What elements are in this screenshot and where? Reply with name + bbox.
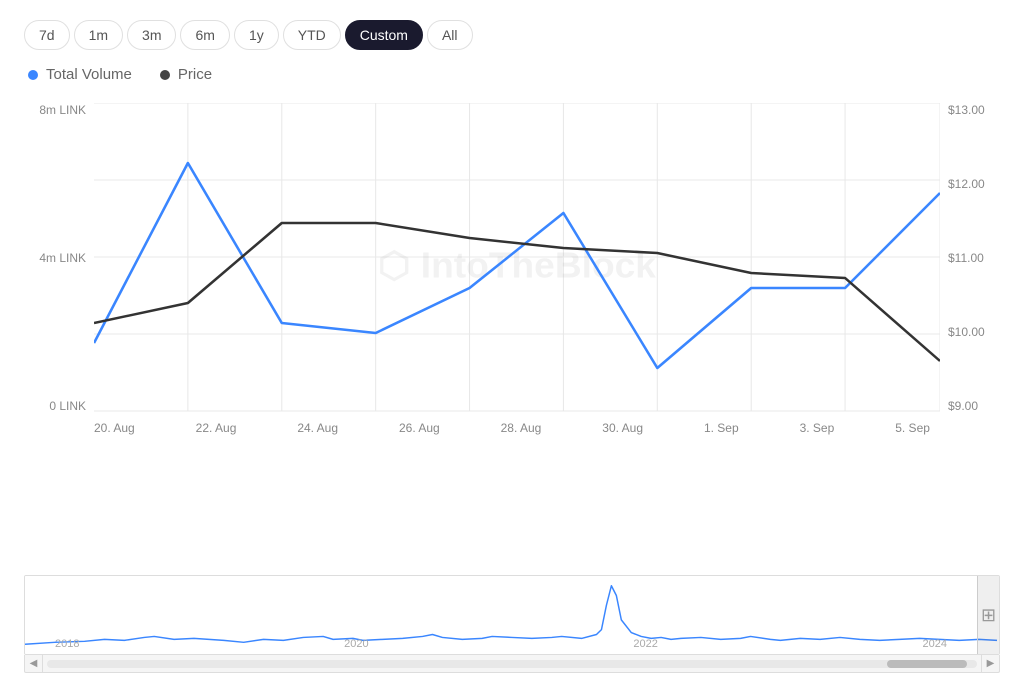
y-label-8m: 8m LINK bbox=[24, 103, 86, 117]
legend-dot-volume bbox=[28, 70, 38, 80]
filter-btn-all[interactable]: All bbox=[427, 20, 473, 50]
scroll-right-arrow[interactable]: ▶ bbox=[981, 655, 999, 673]
scroll-left-arrow[interactable]: ◀ bbox=[25, 655, 43, 673]
chart-svg-container: ⬡ IntoTheBlock bbox=[94, 103, 940, 413]
scroll-track[interactable] bbox=[47, 660, 977, 668]
price-line bbox=[94, 223, 940, 361]
y-label-0: 0 LINK bbox=[24, 399, 86, 413]
main-chart: 8m LINK 4m LINK 0 LINK $13.00 $12.00 $11… bbox=[24, 103, 1000, 413]
y-label-10: $10.00 bbox=[948, 325, 1000, 339]
legend-label-volume: Total Volume bbox=[46, 66, 132, 83]
x-label-4: 28. Aug bbox=[501, 421, 542, 435]
time-filter-bar: 7d1m3m6m1yYTDCustomAll bbox=[24, 20, 1000, 50]
legend-label-price: Price bbox=[178, 66, 212, 83]
x-label-3: 26. Aug bbox=[399, 421, 440, 435]
x-label-2: 24. Aug bbox=[297, 421, 338, 435]
y-label-11: $11.00 bbox=[948, 251, 1000, 265]
filter-btn-7d[interactable]: 7d bbox=[24, 20, 70, 50]
mini-chart-svg bbox=[25, 576, 999, 654]
x-axis: 20. Aug 22. Aug 24. Aug 26. Aug 28. Aug … bbox=[24, 415, 1000, 435]
filter-btn-custom[interactable]: Custom bbox=[345, 20, 423, 50]
handle-icon: ⊞ bbox=[981, 605, 996, 626]
y-label-4m: 4m LINK bbox=[24, 251, 86, 265]
legend-price: Price bbox=[160, 66, 212, 83]
y-axis-right: $13.00 $12.00 $11.00 $10.00 $9.00 bbox=[940, 103, 1000, 413]
x-label-6: 1. Sep bbox=[704, 421, 739, 435]
filter-btn-1m[interactable]: 1m bbox=[74, 20, 123, 50]
chart-area: 8m LINK 4m LINK 0 LINK $13.00 $12.00 $11… bbox=[24, 103, 1000, 569]
chart-container: 7d1m3m6m1yYTDCustomAll Total Volume Pric… bbox=[0, 0, 1024, 683]
chart-legend: Total Volume Price bbox=[24, 66, 1000, 83]
main-chart-svg: ⬡ IntoTheBlock bbox=[94, 103, 940, 413]
legend-dot-price bbox=[160, 70, 170, 80]
y-label-13: $13.00 bbox=[948, 103, 1000, 117]
legend-total-volume: Total Volume bbox=[28, 66, 132, 83]
y-label-12: $12.00 bbox=[948, 177, 1000, 191]
mini-chart-wrapper: 2018 2020 2022 2024 ⊞ bbox=[24, 575, 1000, 655]
filter-btn-6m[interactable]: 6m bbox=[180, 20, 229, 50]
x-label-7: 3. Sep bbox=[800, 421, 835, 435]
filter-btn-1y[interactable]: 1y bbox=[234, 20, 279, 50]
x-label-1: 22. Aug bbox=[196, 421, 237, 435]
scroll-thumb[interactable] bbox=[887, 660, 967, 668]
x-label-5: 30. Aug bbox=[602, 421, 643, 435]
mini-chart-section: 2018 2020 2022 2024 ⊞ ◀ ▶ bbox=[24, 575, 1000, 673]
y-axis-left: 8m LINK 4m LINK 0 LINK bbox=[24, 103, 94, 413]
y-label-9: $9.00 bbox=[948, 399, 1000, 413]
filter-btn-ytd[interactable]: YTD bbox=[283, 20, 341, 50]
scroll-bar: ◀ ▶ bbox=[24, 655, 1000, 673]
filter-btn-3m[interactable]: 3m bbox=[127, 20, 176, 50]
x-label-8: 5. Sep bbox=[895, 421, 930, 435]
mini-chart-handle[interactable]: ⊞ bbox=[977, 576, 999, 654]
x-label-0: 20. Aug bbox=[94, 421, 135, 435]
